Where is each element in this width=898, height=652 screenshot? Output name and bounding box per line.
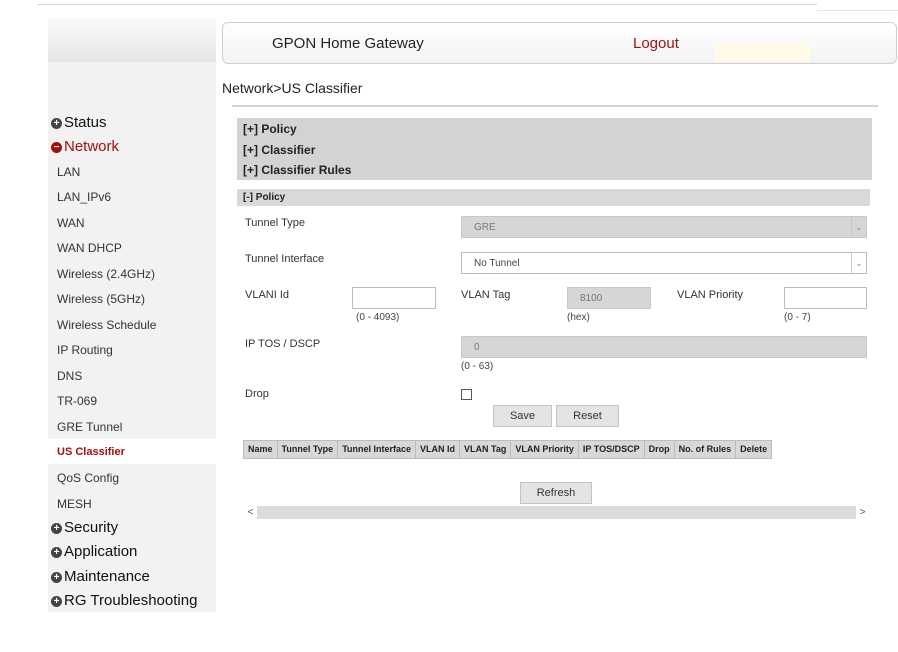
- column-header: VLAN Tag: [460, 441, 512, 458]
- sidebar-item-wireless-5[interactable]: Wireless (5GHz): [57, 292, 145, 306]
- tunnel-interface-select[interactable]: No Tunnel ⌄: [461, 252, 867, 274]
- sidebar-section-maintenance[interactable]: + Maintenance: [51, 568, 150, 585]
- vlan-id-input[interactable]: [352, 287, 436, 309]
- plus-circle-icon: +: [51, 118, 62, 129]
- column-header: Drop: [645, 441, 675, 458]
- column-header: Delete: [740, 444, 768, 454]
- ip-tos-label: IP TOS / DSCP: [245, 338, 321, 350]
- sidebar-item-tr069[interactable]: TR-069: [57, 394, 97, 408]
- sidebar-item-qos-config[interactable]: QoS Config: [57, 471, 119, 485]
- top-divider: [37, 4, 817, 5]
- sidebar-item-ip-routing[interactable]: IP Routing: [57, 343, 113, 357]
- page-header-title: GPON Home Gateway: [272, 35, 424, 52]
- vlan-priority-hint: (0 - 7): [784, 312, 811, 323]
- scroll-left-icon[interactable]: <: [244, 506, 257, 519]
- refresh-button[interactable]: Refresh: [520, 482, 592, 504]
- section-toggle-classifier[interactable]: [+] Classifier: [243, 143, 315, 157]
- vlan-priority-input[interactable]: [784, 287, 867, 309]
- vlan-tag-hint: (hex): [567, 312, 590, 323]
- tunnel-type-value: GRE: [474, 222, 496, 233]
- horizontal-scrollbar[interactable]: < >: [244, 506, 869, 519]
- tunnel-interface-label: Tunnel Interface: [245, 253, 325, 265]
- sidebar-item-gre-tunnel[interactable]: GRE Tunnel: [57, 420, 122, 434]
- plus-circle-icon: +: [51, 572, 62, 583]
- chevron-down-icon: ⌄: [851, 253, 866, 273]
- column-header: Name: [244, 441, 278, 458]
- sidebar-item-wan-dhcp[interactable]: WAN DHCP: [57, 241, 122, 255]
- plus-circle-icon: +: [51, 547, 62, 558]
- column-header: IP TOS/DSCP: [579, 441, 645, 458]
- scroll-right-icon[interactable]: >: [856, 506, 869, 519]
- sidebar-item-wireless-24[interactable]: Wireless (2.4GHz): [57, 267, 155, 281]
- sidebar-section-rg-troubleshooting[interactable]: + RG Troubleshooting: [51, 592, 197, 609]
- column-header: No. of Rules: [675, 441, 737, 458]
- sidebar-item-mesh[interactable]: MESH: [57, 497, 92, 511]
- chevron-down-icon: ⌄: [851, 217, 866, 237]
- sidebar-item-lan-ipv6[interactable]: LAN_IPv6: [57, 190, 111, 204]
- policy-table-header: Name Tunnel Type Tunnel Interface VLAN I…: [243, 440, 773, 459]
- column-header: Tunnel Interface: [338, 441, 417, 458]
- logout-link[interactable]: Logout: [633, 35, 679, 52]
- logo-area: [48, 18, 216, 62]
- vlan-priority-label: VLAN Priority: [677, 289, 744, 301]
- policy-heading: [-] Policy: [243, 192, 286, 203]
- sidebar-section-label: Maintenance: [64, 568, 150, 585]
- sidebar-section-application[interactable]: + Application: [51, 543, 137, 560]
- tunnel-type-select[interactable]: GRE ⌄: [461, 216, 867, 238]
- sidebar-section-status[interactable]: + Status: [51, 114, 107, 131]
- vlan-id-hint: (0 - 4093): [356, 312, 400, 323]
- sidebar-item-dns[interactable]: DNS: [57, 369, 82, 383]
- save-button[interactable]: Save: [493, 405, 552, 427]
- sidebar-section-label: Security: [64, 519, 119, 536]
- sidebar-section-label: RG Troubleshooting: [64, 592, 198, 609]
- plus-circle-icon: +: [51, 596, 62, 607]
- tunnel-interface-value: No Tunnel: [474, 258, 520, 269]
- sidebar-item-wan[interactable]: WAN: [57, 216, 85, 230]
- collapsed-sections-panel: [+] Policy [+] Classifier [+] Classifier…: [237, 118, 872, 180]
- sidebar-section-security[interactable]: + Security: [51, 519, 118, 536]
- breadcrumb-divider: [232, 105, 878, 107]
- column-header: VLAN Id: [416, 441, 461, 458]
- section-toggle-classifier-rules[interactable]: [+] Classifier Rules: [243, 163, 351, 177]
- policy-section-header[interactable]: [-] Policy: [237, 189, 870, 206]
- vlan-id-label: VLANI Id: [245, 289, 290, 301]
- top-divider-right: [817, 10, 898, 11]
- drop-label: Drop: [245, 388, 269, 400]
- tunnel-type-label: Tunnel Type: [245, 217, 305, 229]
- section-toggle-policy[interactable]: [+] Policy: [243, 122, 297, 136]
- sidebar-item-us-classifier[interactable]: US Classifier: [57, 446, 125, 458]
- header-bar: GPON Home Gateway Logout: [222, 22, 897, 64]
- vlan-tag-label: VLAN Tag: [461, 289, 511, 301]
- sidebar-item-wireless-schedule[interactable]: Wireless Schedule: [57, 318, 156, 332]
- reset-button[interactable]: Reset: [556, 405, 619, 427]
- vlan-tag-input[interactable]: 8100: [567, 287, 651, 309]
- minus-circle-icon: −: [51, 142, 62, 153]
- sidebar-section-label: Network: [64, 138, 120, 155]
- column-header: VLAN Priority: [511, 441, 579, 458]
- ip-tos-value: 0: [474, 342, 480, 353]
- ip-tos-hint: (0 - 63): [461, 361, 494, 372]
- column-header: Tunnel Type: [278, 441, 339, 458]
- sidebar-section-label: Status: [64, 114, 107, 131]
- sidebar-section-label: Application: [64, 543, 138, 560]
- drop-checkbox[interactable]: [461, 389, 472, 400]
- plus-circle-icon: +: [51, 523, 62, 534]
- sidebar-section-network[interactable]: − Network: [51, 138, 119, 155]
- ip-tos-input[interactable]: 0: [461, 336, 867, 358]
- header-highlight: [715, 43, 811, 62]
- vlan-tag-value: 8100: [580, 293, 603, 304]
- breadcrumb: Network>US Classifier: [222, 80, 363, 96]
- sidebar-item-lan[interactable]: LAN: [57, 165, 80, 179]
